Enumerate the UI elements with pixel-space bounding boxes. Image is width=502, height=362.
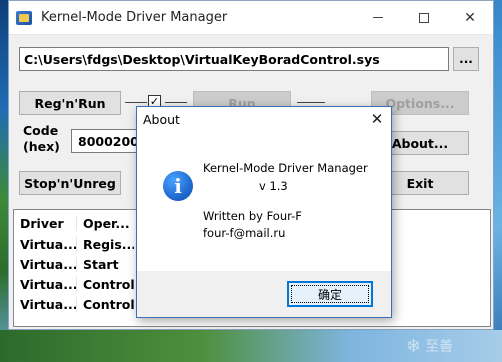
code-label-line1: Code <box>23 123 59 138</box>
window-controls: ✕ <box>355 1 493 35</box>
table-cell: Control <box>76 296 134 312</box>
column-header-operation[interactable]: Oper... <box>76 215 134 231</box>
close-icon: ✕ <box>370 110 384 128</box>
reg-n-run-button[interactable]: Reg'n'Run <box>19 91 121 115</box>
about-dialog-body: i Kernel-Mode Driver Manager v 1.3 Writt… <box>137 131 391 271</box>
stop-n-unreg-button[interactable]: Stop'n'Unreg <box>19 171 121 195</box>
title-bar[interactable]: Kernel-Mode Driver Manager ✕ <box>9 1 493 35</box>
table-cell: Regis... <box>76 236 134 252</box>
information-icon: i <box>163 171 193 201</box>
connector-line <box>125 102 147 103</box>
about-close-button[interactable]: ✕ <box>363 107 391 131</box>
close-icon: ✕ <box>464 9 476 26</box>
watermark: ❄ 至善 <box>406 332 496 360</box>
ok-button[interactable]: 确定 <box>287 281 373 307</box>
minimize-button[interactable] <box>355 1 401 35</box>
minimize-icon <box>373 17 383 18</box>
table-cell: Virtua... <box>20 236 76 252</box>
driver-path-field[interactable]: C:\Users\fdgs\Desktop\VirtualKeyBoradCon… <box>19 47 449 71</box>
column-header-driver[interactable]: Driver <box>14 216 76 231</box>
table-cell: Virtua... <box>20 256 76 272</box>
table-cell: Virtua... <box>20 276 76 292</box>
watermark-text: 至善 <box>425 339 454 355</box>
about-product-name: Kernel-Mode Driver Manager <box>203 161 368 175</box>
about-version: v 1.3 <box>259 179 288 193</box>
about-dialog-titlebar[interactable]: About ✕ <box>137 107 391 131</box>
about-dialog-title: About <box>143 111 180 127</box>
connector-line <box>165 102 187 103</box>
table-cell: Start <box>76 256 134 272</box>
maximize-button[interactable] <box>401 1 447 35</box>
driver-manager-app-icon <box>15 10 33 26</box>
snowflake-icon: ❄ <box>406 335 422 357</box>
about-author: Written by Four-F <box>203 209 302 223</box>
about-email: four-f@mail.ru <box>203 226 286 240</box>
maximize-icon <box>419 12 429 23</box>
table-cell: Control <box>76 276 134 292</box>
close-button[interactable]: ✕ <box>447 1 493 35</box>
about-dialog: About ✕ i Kernel-Mode Driver Manager v 1… <box>136 106 392 318</box>
code-label: Code (hex) <box>23 123 60 155</box>
table-cell: Virtua... <box>20 296 76 312</box>
window-title: Kernel-Mode Driver Manager <box>41 10 228 25</box>
browse-button[interactable]: ... <box>453 47 479 71</box>
code-label-line2: (hex) <box>23 139 60 154</box>
connector-line <box>297 102 325 103</box>
